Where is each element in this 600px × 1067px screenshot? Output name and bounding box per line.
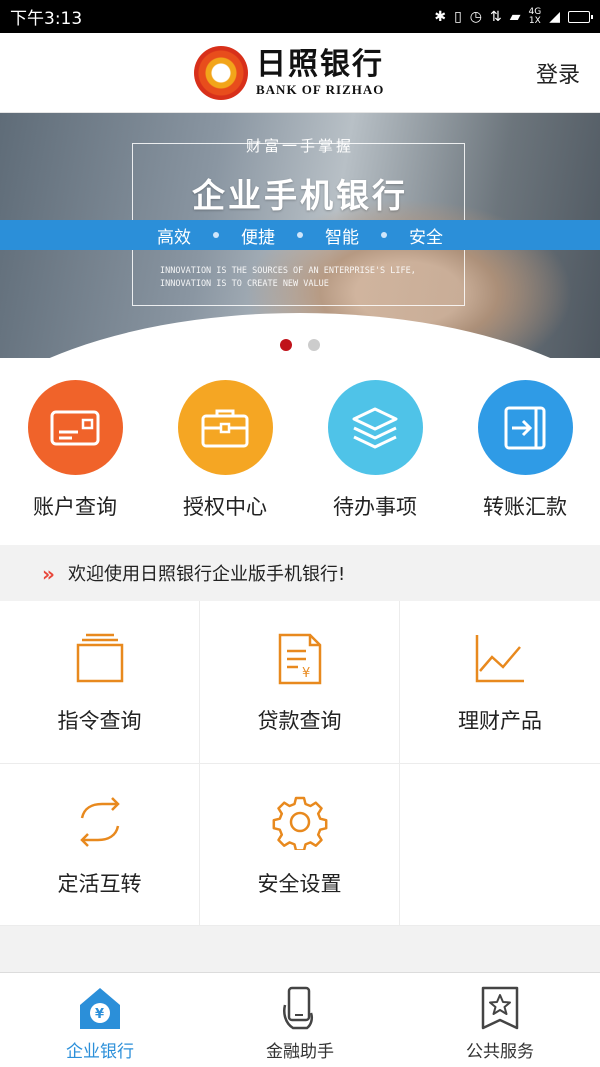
quick-account-query[interactable]: 账户查询 — [0, 358, 150, 545]
data-arrows-icon: ⇅ — [490, 8, 502, 25]
grid-instruction-query[interactable]: 指令查询 — [0, 601, 200, 764]
quick-label: 账户查询 — [33, 495, 117, 519]
banner-subtitle: 财富一手掌握 — [245, 137, 354, 155]
bank-logo: 日照银行 BANK OF RIZHAO — [194, 46, 384, 100]
wifi-signal-icon: ▰ — [509, 8, 521, 25]
banner-english-text: INNOVATION IS THE SOURCES OF AN ENTERPRI… — [160, 266, 416, 289]
grid-wealth-products[interactable]: 理财产品 — [400, 601, 600, 764]
quick-label: 授权中心 — [183, 495, 267, 519]
status-bar: 下午3:13 ✱ ▯ ◷ ⇅ ▰ 4G 1X ◢ — [0, 0, 600, 33]
exchange-icon — [79, 797, 120, 847]
vibrate-icon: ▯ — [454, 8, 462, 25]
quick-label: 待办事项 — [333, 495, 417, 519]
tab-label: 金融助手 — [266, 1042, 334, 1062]
chart-line-icon — [475, 635, 524, 683]
banner-title: 企业手机银行 — [192, 176, 408, 215]
pager-dot[interactable] — [308, 339, 320, 351]
promo-banner[interactable]: 财富一手掌握 企业手机银行 高效 便捷 智能 安全 INNOVATION IS … — [0, 113, 600, 358]
bank-logo-icon — [194, 46, 248, 100]
banner-curve — [0, 313, 600, 358]
grid-deposit-transfer[interactable]: 定活互转 — [0, 764, 200, 926]
grid-empty-cell — [400, 764, 600, 926]
bottom-tab-bar: ¥ 企业银行 金融助手 公共服务 — [0, 972, 600, 1067]
alarm-icon: ◷ — [469, 8, 482, 25]
status-time: 下午3:13 — [10, 9, 83, 29]
login-button[interactable]: 登录 — [536, 57, 580, 89]
banner-pager[interactable] — [0, 339, 600, 351]
banner-feature: 智能 — [325, 227, 359, 248]
star-bookmark-icon — [481, 986, 519, 1030]
banner-feature: 便捷 — [241, 227, 275, 248]
tab-public-services[interactable]: 公共服务 — [400, 973, 600, 1067]
grid-label: 定活互转 — [57, 872, 142, 896]
quick-label: 转账汇款 — [483, 495, 567, 519]
card-icon — [27, 380, 123, 475]
status-icons: ✱ ▯ ◷ ⇅ ▰ 4G 1X ◢ — [434, 6, 593, 26]
bank-name-en: BANK OF RIZHAO — [256, 82, 385, 97]
home-yuan-icon: ¥ — [80, 988, 120, 1029]
cell-signal-icon: ◢ — [549, 8, 560, 25]
folder-icon — [76, 633, 123, 683]
grid-label: 理财产品 — [458, 709, 542, 733]
pager-dot-active[interactable] — [280, 339, 292, 351]
grid-label: 指令查询 — [57, 709, 142, 733]
banner-feature: 安全 — [409, 227, 443, 248]
separator-dot — [381, 232, 387, 238]
separator-dot — [213, 232, 219, 238]
banner-feature-strip: 高效 便捷 智能 安全 — [0, 220, 600, 250]
double-chevron-icon: » — [42, 562, 55, 586]
tab-enterprise-bank[interactable]: ¥ 企业银行 — [0, 973, 200, 1067]
bluetooth-icon: ✱ — [434, 8, 447, 25]
battery-icon — [568, 10, 593, 23]
tab-label: 公共服务 — [466, 1042, 534, 1062]
separator-dot — [297, 232, 303, 238]
grid-loan-query[interactable]: ¥ 贷款查询 — [200, 601, 400, 764]
phone-hand-icon — [283, 986, 314, 1030]
grid-label: 贷款查询 — [257, 709, 342, 733]
service-grid: 指令查询 ¥ 贷款查询 理财产品 定活互转 安全设置 — [0, 601, 600, 926]
notice-text: 欢迎使用日照银行企业版手机银行! — [68, 564, 346, 585]
loan-document-icon: ¥ — [278, 633, 321, 685]
tab-finance-assistant[interactable]: 金融助手 — [200, 973, 400, 1067]
svg-text:¥: ¥ — [302, 666, 310, 681]
quick-auth-center[interactable]: 授权中心 — [150, 358, 300, 545]
tab-label: 企业银行 — [66, 1042, 134, 1062]
network-type: 4G 1X — [528, 6, 542, 26]
welcome-notice[interactable]: » 欢迎使用日照银行企业版手机银行! — [0, 545, 600, 601]
svg-text:¥: ¥ — [95, 1007, 104, 1022]
quick-actions: 账户查询 授权中心 待办事项 转账汇款 — [0, 358, 600, 545]
grid-label: 安全设置 — [257, 872, 342, 896]
app-header: 日照银行 BANK OF RIZHAO 登录 — [0, 33, 600, 113]
gear-icon — [272, 796, 327, 850]
quick-transfer[interactable]: 转账汇款 — [450, 358, 600, 545]
bank-name-cn: 日照银行 — [256, 47, 384, 82]
quick-todo[interactable]: 待办事项 — [300, 358, 450, 545]
grid-security-settings[interactable]: 安全设置 — [200, 764, 400, 926]
layers-icon — [327, 380, 423, 475]
transfer-icon — [477, 380, 573, 475]
banner-feature: 高效 — [157, 227, 191, 248]
briefcase-icon — [177, 380, 273, 475]
